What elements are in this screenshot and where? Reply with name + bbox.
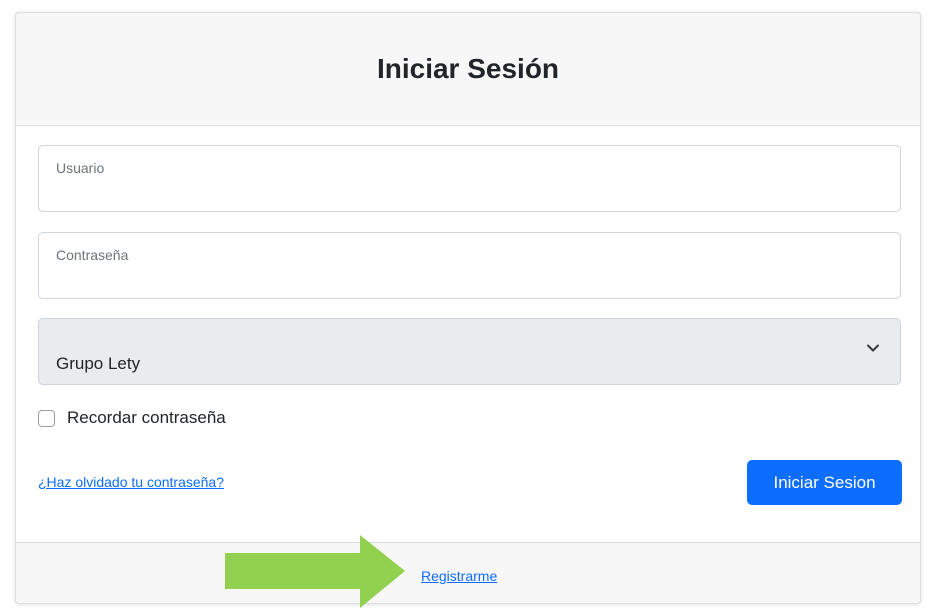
card-footer: Registrarme (16, 542, 920, 603)
card-header: Iniciar Sesión (16, 13, 920, 126)
group-select[interactable]: Grupo Lety (38, 318, 901, 385)
username-label: Usuario (56, 160, 105, 176)
remember-label[interactable]: Recordar contraseña (67, 408, 226, 428)
group-select-value: Grupo Lety (56, 354, 141, 373)
arrow-right-icon (225, 535, 405, 608)
forgot-password-link[interactable]: ¿Haz olvidado tu contraseña? (38, 474, 224, 490)
page-title: Iniciar Sesión (376, 53, 560, 84)
password-field[interactable]: Contraseña (38, 232, 901, 299)
remember-password: Recordar contraseña (38, 408, 226, 428)
chevron-down-icon (867, 344, 879, 352)
register-link[interactable]: Registrarme (421, 568, 497, 584)
username-field[interactable]: Usuario (38, 145, 901, 212)
login-button[interactable]: Iniciar Sesion (747, 460, 902, 505)
remember-checkbox[interactable] (38, 409, 55, 427)
password-input[interactable] (55, 266, 884, 290)
username-input[interactable] (55, 179, 884, 203)
login-card: Iniciar Sesión Usuario Contraseña Grupo … (15, 12, 921, 604)
password-label: Contraseña (56, 247, 129, 263)
